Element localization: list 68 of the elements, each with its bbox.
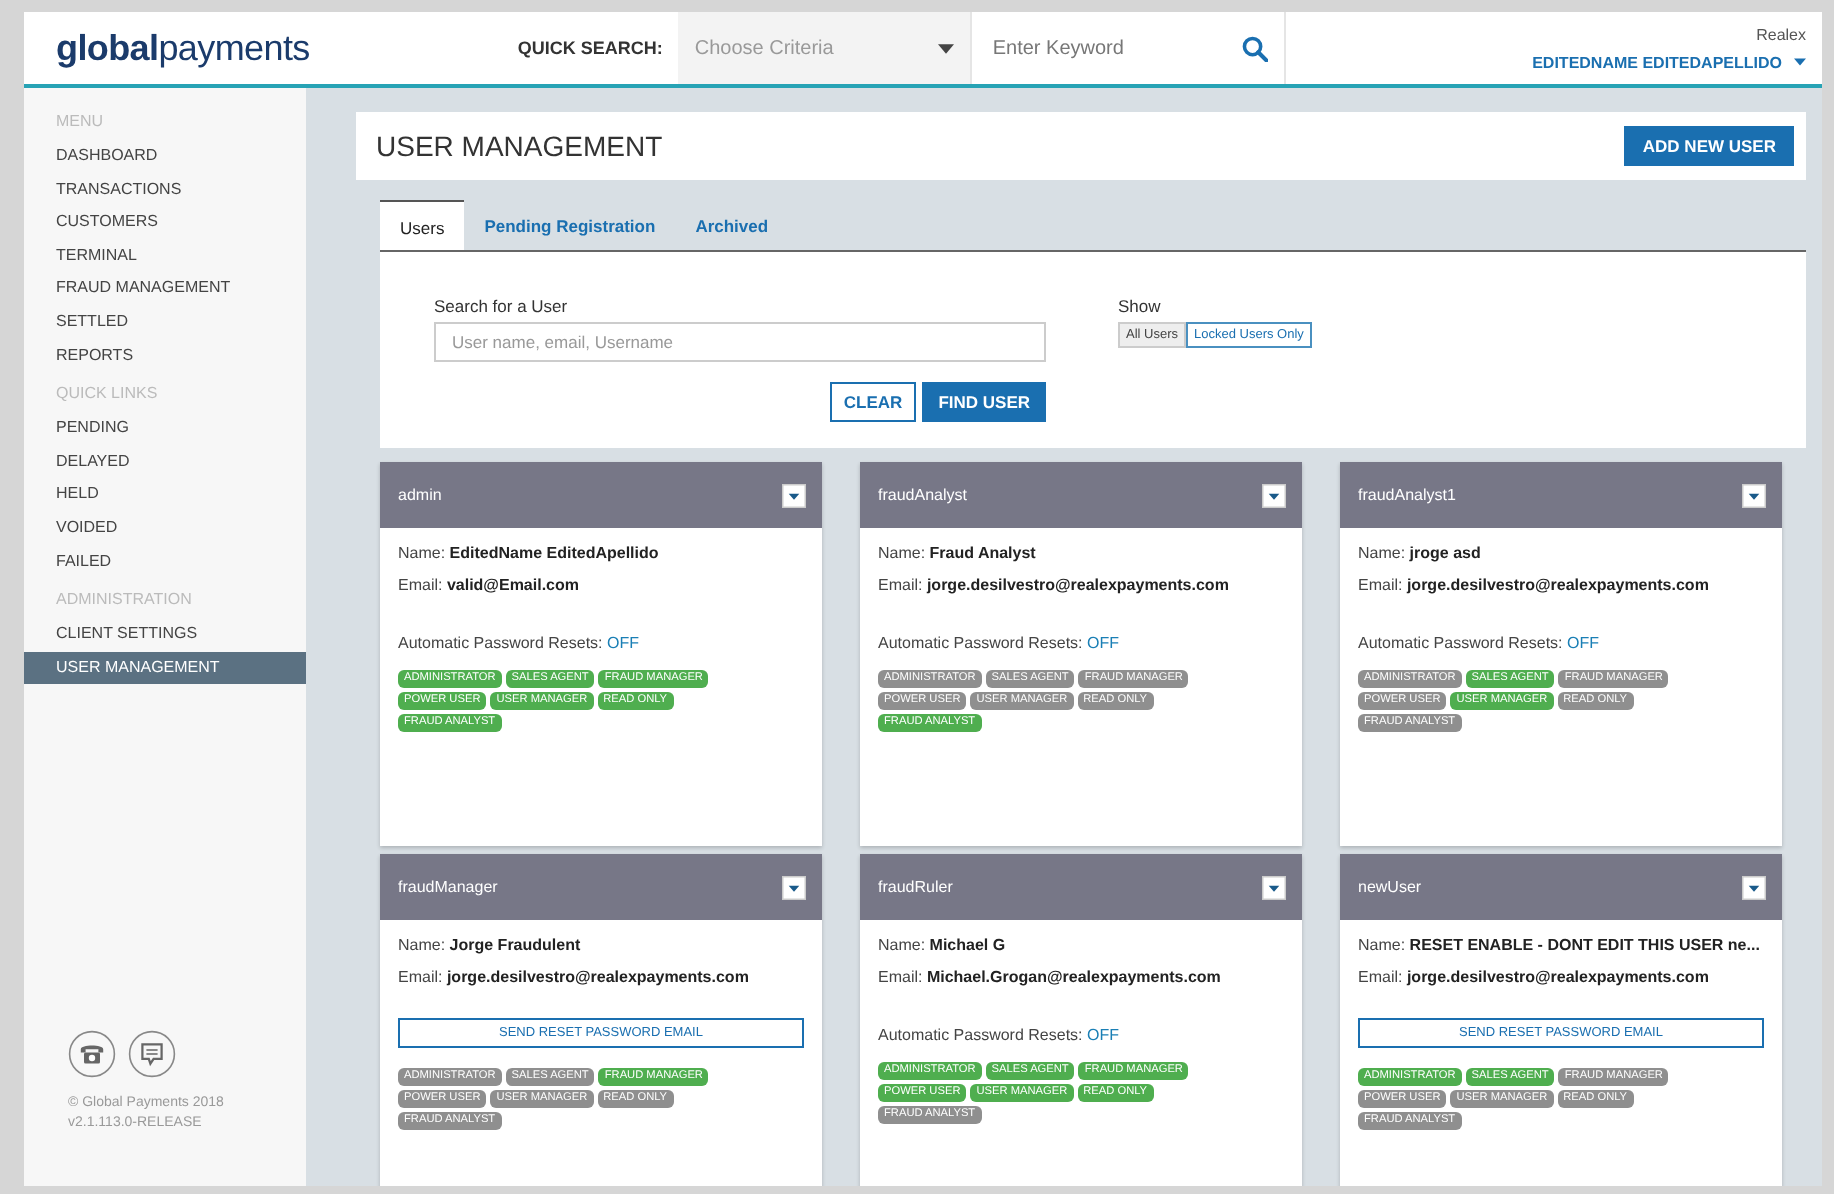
dropdown-icon[interactable] [782,483,806,507]
username: fraudRuler [878,878,953,896]
name-text: Name: Jorge Fraudulent [398,936,583,954]
tab[interactable]: Archived [675,200,789,250]
tab[interactable]: Users [380,200,465,250]
email-text: Email: jorge.desilvestro@realexpayments.com [878,576,1231,594]
nav-item[interactable]: REPORTS [24,339,306,373]
dropdown-icon[interactable] [782,875,806,899]
username: fraudManager [398,878,498,896]
caret-icon [1794,58,1806,66]
nav-item[interactable]: DELAYED [24,445,306,479]
caret-icon [938,43,955,53]
nav-item[interactable]: CLIENT SETTINGS [24,618,306,652]
section-heading: QUICK LINKS [54,384,160,407]
resets-value: OFF [606,634,639,652]
dropdown-icon[interactable] [1742,483,1766,507]
email-text: Email: jorge.desilvestro@realexpayments.com [1358,576,1711,594]
name-text: Name: Michael G [878,936,1008,954]
nav-item[interactable]: PENDING [24,412,306,446]
logo[interactable]: globalpayments [56,27,310,69]
resets-value: OFF [1566,634,1599,652]
user-menu[interactable]: EDITEDNAME EDITEDAPELLIDO [1532,53,1806,71]
nav-item[interactable]: FRAUD MANAGEMENT [24,272,306,306]
nav-item[interactable]: TERMINAL [24,239,306,273]
nav-item[interactable]: DASHBOARD [24,140,306,174]
tab[interactable]: Pending Registration [464,200,676,250]
email-text: Email: Michael.Grogan@realexpayments.com [878,968,1223,986]
username: newUser [1358,878,1422,896]
resets-label: Automatic Password Resets: [878,634,1085,652]
name-text: Name: Fraud Analyst [878,544,1038,562]
dropdown-icon[interactable] [1262,483,1286,507]
quick-search-label: QUICK SEARCH: [517,38,663,58]
resets-value: OFF [1086,1026,1119,1044]
add-user-button[interactable]: ADD NEW USER [1624,126,1794,166]
dropdown-icon[interactable] [1262,875,1286,899]
resets-label: Automatic Password Resets: [1358,634,1565,652]
nav-item[interactable]: FAILED [24,545,306,579]
clear-button[interactable]: CLEAR [829,382,917,422]
chat-icon[interactable] [128,1030,176,1078]
dropdown-icon[interactable] [1742,875,1766,899]
username: fraudAnalyst1 [1358,486,1456,504]
email-text: Email: jorge.desilvestro@realexpayments.com [398,968,751,986]
username: fraudAnalyst [878,486,967,504]
search-field[interactable]: User name, email, Username [434,322,1046,362]
phone-icon[interactable] [68,1030,116,1078]
email-text: Email: valid@Email.com [398,576,581,594]
nav-item[interactable]: SETTLED [24,305,306,340]
field-label: Search for a User [434,296,570,316]
nav-item[interactable]: USER MANAGEMENT [24,651,306,685]
resets-value: OFF [1086,634,1119,652]
username: admin [398,486,442,504]
section-heading: ADMINISTRATION [54,590,194,613]
name-text: Name: EditedName EditedApellido [398,544,661,562]
resets-label: Automatic Password Resets: [398,634,605,652]
nav-item[interactable]: HELD [24,478,306,512]
page-title: USER MANAGEMENT [376,130,663,162]
find-user-button[interactable]: FIND USER [922,382,1046,422]
search-icon[interactable] [1242,35,1269,61]
nav-item[interactable]: VOIDED [24,511,306,546]
section-heading: MENU [54,112,106,134]
nav-item[interactable]: TRANSACTIONS [24,173,306,207]
name-text: Name: RESET ENABLE - DONT EDIT THIS USER ne... [1358,936,1762,954]
name-text: Name: jroge asd [1358,544,1483,562]
field-label: Show [1118,296,1163,316]
email-text: Email: jorge.desilvestro@realexpayments.com [1358,968,1711,986]
resets-label: Automatic Password Resets: [878,1026,1085,1044]
company-name: Realex [1756,25,1806,43]
nav-item[interactable]: CUSTOMERS [24,206,306,240]
